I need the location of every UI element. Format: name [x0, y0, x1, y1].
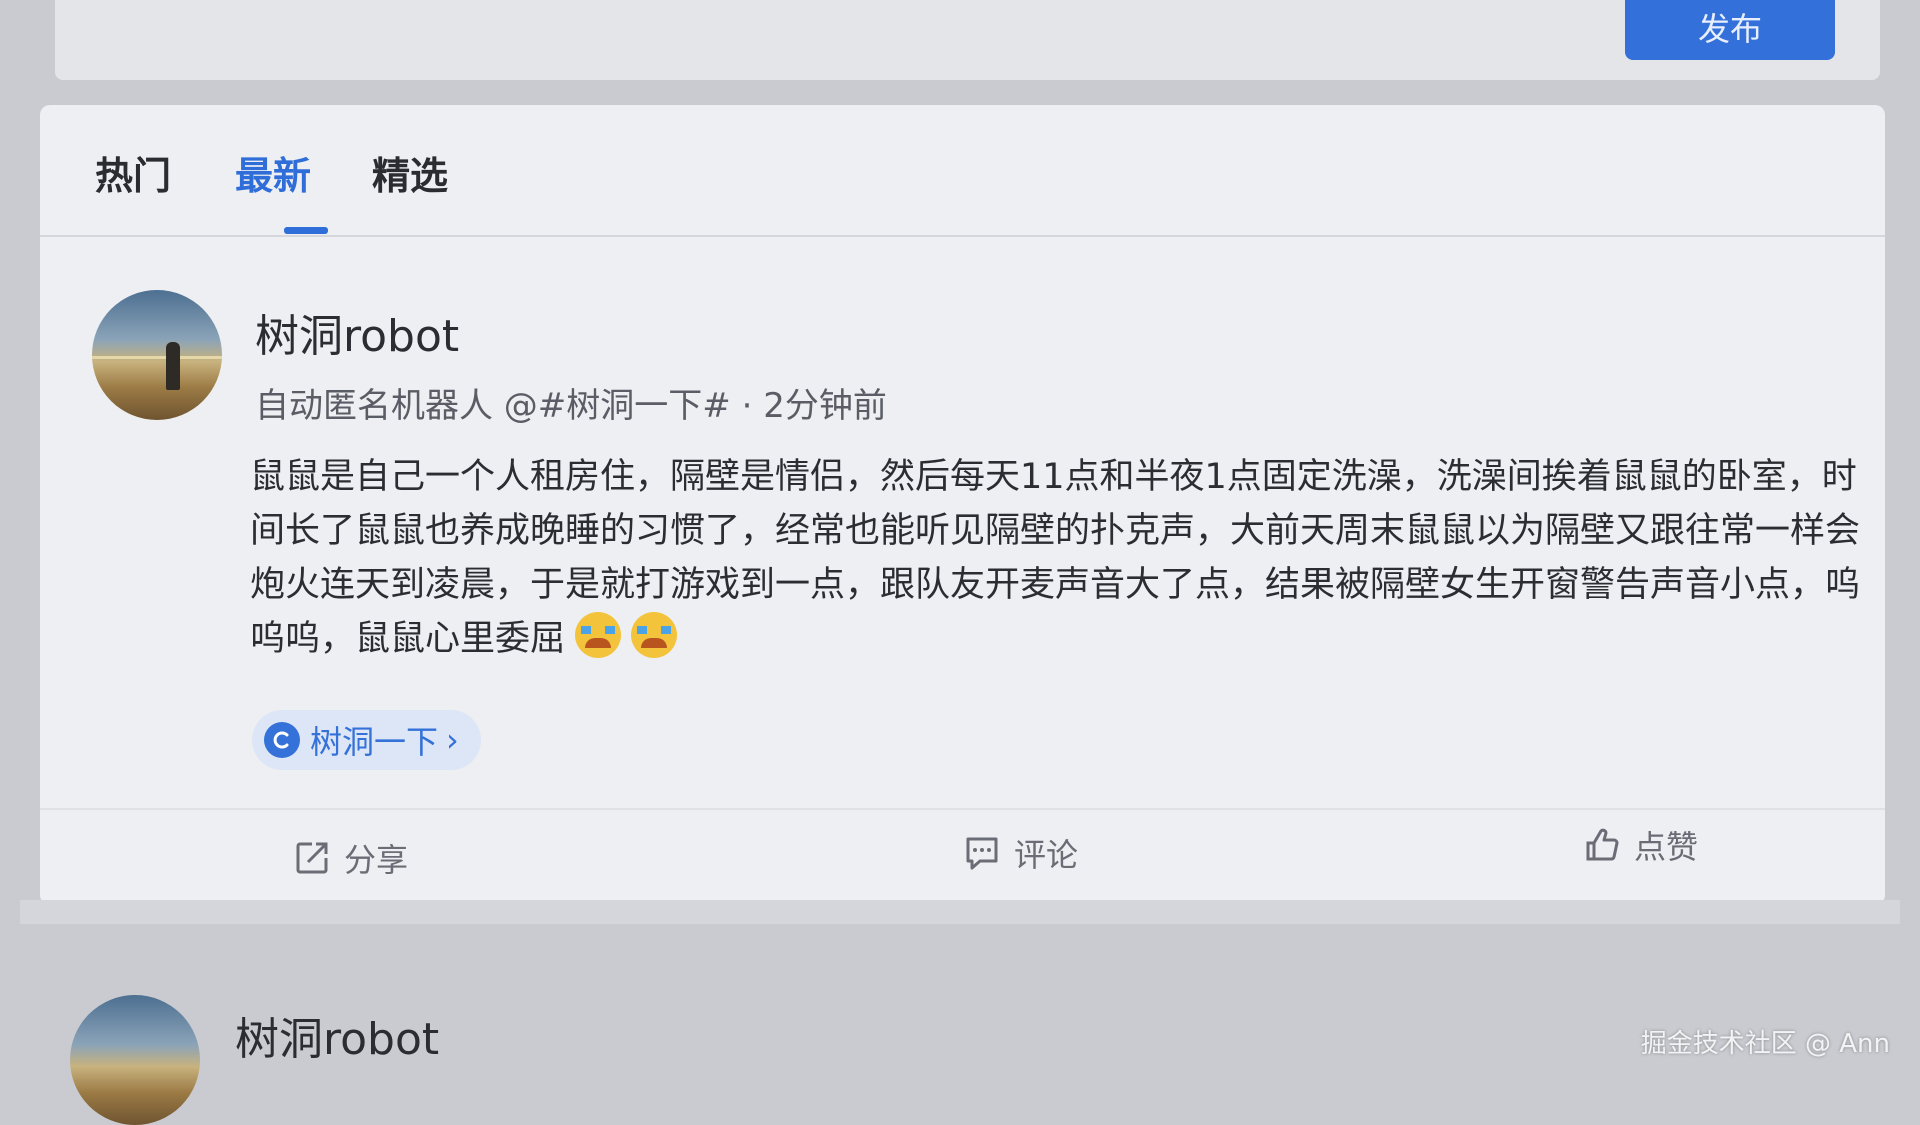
post-meta: 自动匿名机器人 @#树洞一下# · 2分钟前 — [255, 386, 887, 426]
like-button[interactable]: 点赞 — [1582, 822, 1698, 868]
share-icon — [296, 842, 328, 874]
share-button[interactable]: 分享 — [292, 835, 408, 881]
active-tab-indicator — [284, 227, 328, 234]
crying-emoji-icon — [631, 612, 678, 658]
watermark: 掘金技术社区 @ Ann — [1640, 1029, 1890, 1059]
avatar-figure — [166, 342, 180, 390]
thumbs-up-icon — [1586, 828, 1619, 861]
publish-button[interactable]: 发布 — [1625, 0, 1835, 60]
comment-button[interactable]: 评论 — [962, 830, 1078, 876]
divider — [40, 808, 1885, 810]
tab-hot[interactable]: 热门 — [95, 145, 171, 200]
comment-label: 评论 — [1014, 836, 1079, 874]
crying-emoji-icon — [575, 612, 622, 658]
post-username[interactable]: 树洞robot — [255, 300, 459, 364]
like-label: 点赞 — [1634, 828, 1699, 866]
topic-icon — [264, 722, 300, 758]
avatar[interactable] — [92, 290, 222, 420]
topic-chip[interactable]: 树洞一下 › — [252, 710, 481, 770]
post-content-text: 鼠鼠是自己一个人租房住，隔壁是情侣，然后每天11点和半夜1点固定洗澡，洗澡间挨着… — [250, 457, 1861, 659]
tab-latest[interactable]: 最新 — [235, 145, 311, 200]
next-post-username[interactable]: 树洞robot — [235, 1003, 439, 1067]
tab-featured[interactable]: 精选 — [372, 145, 448, 200]
top-bar: 发布 — [55, 0, 1880, 80]
post-separator — [20, 900, 1900, 924]
feed-tabs: 热门 最新 精选 — [40, 105, 1885, 237]
next-post-avatar[interactable] — [70, 995, 200, 1125]
post-content: 鼠鼠是自己一个人租房住，隔壁是情侣，然后每天11点和半夜1点固定洗澡，洗澡间挨着… — [250, 450, 1870, 666]
topic-label: 树洞一下 — [310, 723, 439, 761]
share-label: 分享 — [344, 841, 409, 879]
chevron-right-icon: › — [446, 721, 459, 759]
comment-icon — [966, 837, 998, 870]
avatar-horizon — [92, 356, 222, 359]
